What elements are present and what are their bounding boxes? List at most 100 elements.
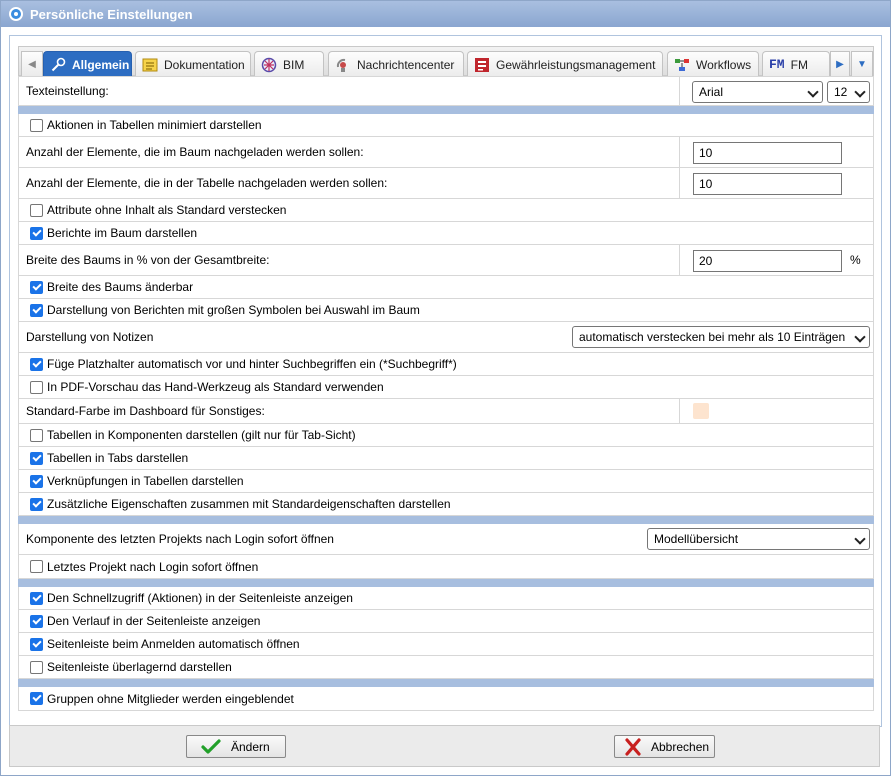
large-report-symbols-checkbox[interactable]: [30, 303, 43, 317]
table-load-count-row: Anzahl der Elemente, die in der Tabelle …: [18, 168, 874, 199]
search-wildcards-row[interactable]: Füge Platzhalter automatisch vor und hin…: [18, 353, 874, 376]
tree-load-count-value: 10: [699, 146, 713, 160]
overlay-sidebar-checkbox[interactable]: [30, 660, 43, 674]
tab-dokumentation[interactable]: Dokumentation: [135, 51, 251, 77]
tab-label: Allgemein: [72, 57, 130, 72]
notes-display-row: Darstellung von Notizen automatisch vers…: [18, 322, 874, 353]
tables-in-tabs-row[interactable]: Tabellen in Tabs darstellen: [18, 447, 874, 470]
font-size-select[interactable]: 12: [827, 81, 870, 103]
quick-access-sidebar-label: Den Schnellzugriff (Aktionen) in der Sei…: [47, 591, 353, 605]
history-sidebar-checkbox[interactable]: [30, 614, 43, 628]
links-in-tables-checkbox[interactable]: [30, 474, 43, 488]
tree-width-resizable-checkbox[interactable]: [30, 280, 43, 294]
history-sidebar-row[interactable]: Den Verlauf in der Seitenleiste anzeigen: [18, 610, 874, 633]
settings-window: Persönliche Einstellungen ◀ Allgemein Do…: [0, 0, 891, 776]
open-last-project-checkbox[interactable]: [30, 560, 43, 573]
caret-left-icon: ◀: [28, 58, 36, 70]
overlay-sidebar-label: Seitenleiste überlagernd darstellen: [47, 660, 232, 674]
chevron-down-icon: [854, 331, 866, 343]
extra-properties-checkbox[interactable]: [30, 497, 43, 511]
caret-down-icon: ▼: [857, 58, 867, 70]
search-wildcards-label: Füge Platzhalter automatisch vor und hin…: [47, 357, 457, 371]
text-settings-row: Texteinstellung: Arial 12: [18, 76, 874, 106]
save-button[interactable]: Ändern: [186, 735, 286, 758]
chevron-down-icon: [854, 86, 866, 98]
tab-menu-button[interactable]: ▼: [851, 51, 873, 77]
pdf-hand-tool-checkbox[interactable]: [30, 380, 43, 394]
auto-open-sidebar-checkbox[interactable]: [30, 637, 43, 651]
last-project-component-label: Komponente des letzten Projekts nach Log…: [26, 532, 334, 546]
tab-workflows[interactable]: Workflows: [667, 51, 759, 77]
close-icon: [625, 737, 641, 756]
workflow-icon: [675, 58, 689, 71]
tab-label: Nachrichtencenter: [357, 57, 455, 72]
tab-scroll-left-button[interactable]: ◀: [21, 51, 43, 77]
save-button-label: Ändern: [231, 739, 270, 754]
tree-load-count-input[interactable]: 10: [693, 142, 842, 164]
reports-in-tree-row[interactable]: Berichte im Baum darstellen: [18, 222, 874, 245]
search-wildcards-checkbox[interactable]: [30, 357, 43, 371]
hide-empty-attrs-row[interactable]: Attribute ohne Inhalt als Standard verst…: [18, 199, 874, 222]
last-project-component-select[interactable]: Modellübersicht: [647, 528, 870, 550]
history-sidebar-label: Den Verlauf in der Seitenleiste anzeigen: [47, 614, 261, 628]
tab-nachrichtencenter[interactable]: Nachrichtencenter: [328, 51, 464, 77]
tables-in-components-label: Tabellen in Komponenten darstellen (gilt…: [47, 428, 356, 442]
tree-width-resizable-row[interactable]: Breite des Baums änderbar: [18, 276, 874, 299]
links-in-tables-row[interactable]: Verknüpfungen in Tabellen darstellen: [18, 470, 874, 493]
tree-width-resizable-label: Breite des Baums änderbar: [47, 280, 194, 294]
font-family-select[interactable]: Arial: [692, 81, 823, 103]
minimize-actions-row[interactable]: Aktionen in Tabellen minimiert darstelle…: [18, 114, 874, 137]
settings-panel: ◀ Allgemein Dokumentation BIM Nachrichte…: [9, 35, 882, 727]
links-in-tables-label: Verknüpfungen in Tabellen darstellen: [47, 474, 244, 488]
quick-access-sidebar-row[interactable]: Den Schnellzugriff (Aktionen) in der Sei…: [18, 587, 874, 610]
tree-load-count-row: Anzahl der Elemente, die im Baum nachgel…: [18, 137, 874, 168]
dashboard-color-row: Standard-Farbe im Dashboard für Sonstige…: [18, 399, 874, 424]
wrench-icon: [51, 57, 66, 71]
tab-label: BIM: [283, 57, 305, 72]
title-bar: Persönliche Einstellungen: [1, 1, 890, 27]
tree-width-input[interactable]: 20: [693, 250, 842, 272]
tables-in-components-row[interactable]: Tabellen in Komponenten darstellen (gilt…: [18, 424, 874, 447]
section-separator: [18, 106, 874, 114]
tab-gewaehrleistungsmanagement[interactable]: Gewährleistungsmanagement: [467, 51, 663, 77]
column-divider: [679, 245, 680, 275]
dashboard-color-swatch[interactable]: [693, 403, 709, 419]
checkmark-icon: [201, 738, 221, 754]
tab-label: Dokumentation: [164, 57, 245, 72]
tables-in-tabs-checkbox[interactable]: [30, 451, 43, 465]
column-divider: [679, 168, 680, 198]
chevron-down-icon: [807, 86, 819, 98]
tab-fm[interactable]: FM FM: [762, 51, 830, 77]
pdf-hand-tool-row[interactable]: In PDF-Vorschau das Hand-Werkzeug als St…: [18, 376, 874, 399]
quick-access-sidebar-checkbox[interactable]: [30, 591, 43, 605]
open-last-project-row[interactable]: Letztes Projekt nach Login sofort öffnen: [18, 555, 874, 579]
tables-in-tabs-label: Tabellen in Tabs darstellen: [47, 451, 189, 465]
cancel-button-label: Abbrechen: [651, 739, 710, 754]
text-settings-label: Texteinstellung:: [26, 84, 109, 98]
minimize-actions-checkbox[interactable]: [30, 118, 43, 132]
tab-scroll-right-button[interactable]: ▶: [830, 51, 850, 77]
extra-properties-row[interactable]: Zusätzliche Eigenschaften zusammen mit S…: [18, 493, 874, 516]
reports-in-tree-checkbox[interactable]: [30, 226, 43, 240]
cancel-button[interactable]: Abbrechen: [614, 735, 715, 758]
table-load-count-input[interactable]: 10: [693, 173, 842, 195]
tab-bim[interactable]: BIM: [254, 51, 324, 77]
hide-empty-attrs-checkbox[interactable]: [30, 203, 43, 217]
column-divider: [679, 77, 680, 105]
large-report-symbols-row[interactable]: Darstellung von Berichten mit großen Sym…: [18, 299, 874, 322]
auto-open-sidebar-row[interactable]: Seitenleiste beim Anmelden automatisch ö…: [18, 633, 874, 656]
auto-open-sidebar-label: Seitenleiste beim Anmelden automatisch ö…: [47, 637, 300, 651]
groups-without-members-row[interactable]: Gruppen ohne Mitglieder werden eingeblen…: [18, 687, 874, 711]
notes-display-select[interactable]: automatisch verstecken bei mehr als 10 E…: [572, 326, 870, 348]
tab-bar: ◀ Allgemein Dokumentation BIM Nachrichte…: [18, 46, 874, 77]
dashboard-color-label: Standard-Farbe im Dashboard für Sonstige…: [26, 404, 265, 418]
groups-without-members-checkbox[interactable]: [30, 692, 43, 705]
tab-allgemein[interactable]: Allgemein: [43, 51, 132, 77]
font-family-value: Arial: [699, 85, 724, 99]
overlay-sidebar-row[interactable]: Seitenleiste überlagernd darstellen: [18, 656, 874, 679]
tree-load-count-label: Anzahl der Elemente, die im Baum nachgel…: [26, 145, 364, 159]
tables-in-components-checkbox[interactable]: [30, 428, 43, 442]
tab-label: Gewährleistungsmanagement: [496, 57, 656, 72]
fm-icon: FM: [769, 57, 785, 72]
warranty-icon: [475, 57, 489, 72]
